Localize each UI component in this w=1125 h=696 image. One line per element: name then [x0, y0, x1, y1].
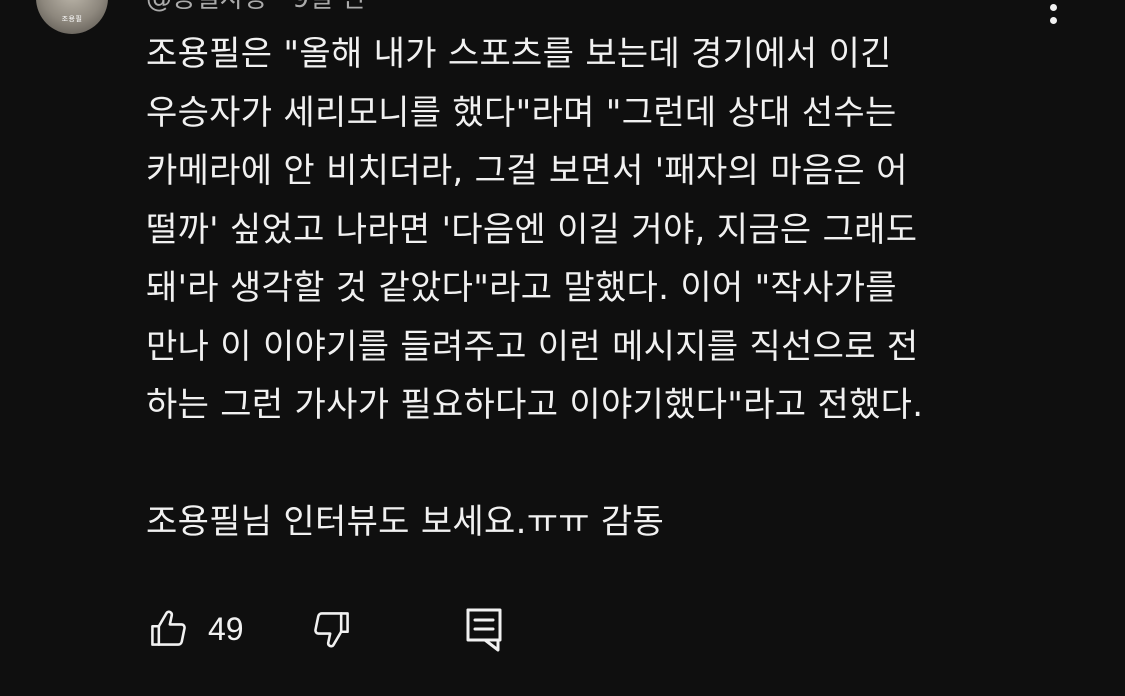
like-button[interactable]: 49 [146, 607, 250, 651]
comment-line: 만나 이 이야기를 들려주고 이런 메시지를 직선으로 전 [146, 326, 919, 367]
comment-line: 카메라에 안 비치더라, 그걸 보면서 '패자의 마음은 어 [146, 151, 908, 191]
comment-line: 하는 그런 가사가 필요하다고 이야기했다"라고 전했다. [146, 385, 924, 425]
comment-line: 떨까' 싶었고 나라면 '다음엔 이길 거야, 지금은 그래도 [146, 209, 918, 250]
thumbs-up-icon [151, 610, 186, 646]
more-options-button[interactable] [1036, 0, 1070, 24]
avatar-caption: 조용필 [61, 15, 83, 23]
avatar[interactable]: 조용필 [36, 0, 108, 34]
dislike-button[interactable] [310, 607, 354, 651]
comment-reply-icon [466, 608, 502, 652]
comment-actions: 49 [146, 604, 506, 654]
comment-line: 돼'라 생각할 것 같았다"라고 말했다. 이어 "작사가를 [146, 268, 897, 308]
comment-line: 우승자가 세리모니를 했다"라며 "그런데 상대 선수는 [146, 92, 897, 133]
like-count: 49 [208, 610, 244, 647]
thumbs-down-icon [314, 612, 349, 648]
comment-line-blank [146, 435, 1106, 494]
comment-line: 조용필님 인터뷰도 보세요.ㅠㅠ 감동 [146, 502, 665, 542]
comment-line: 조용필은 "올해 내가 스포츠를 보는데 경기에서 이긴 [146, 34, 892, 74]
comment-header-meta: @용필사랑 · 9일 전 [146, 0, 365, 15]
comment-text: 조용필은 "올해 내가 스포츠를 보는데 경기에서 이긴 우승자가 세리모니를 … [146, 25, 1106, 552]
reply-button[interactable] [462, 605, 506, 653]
